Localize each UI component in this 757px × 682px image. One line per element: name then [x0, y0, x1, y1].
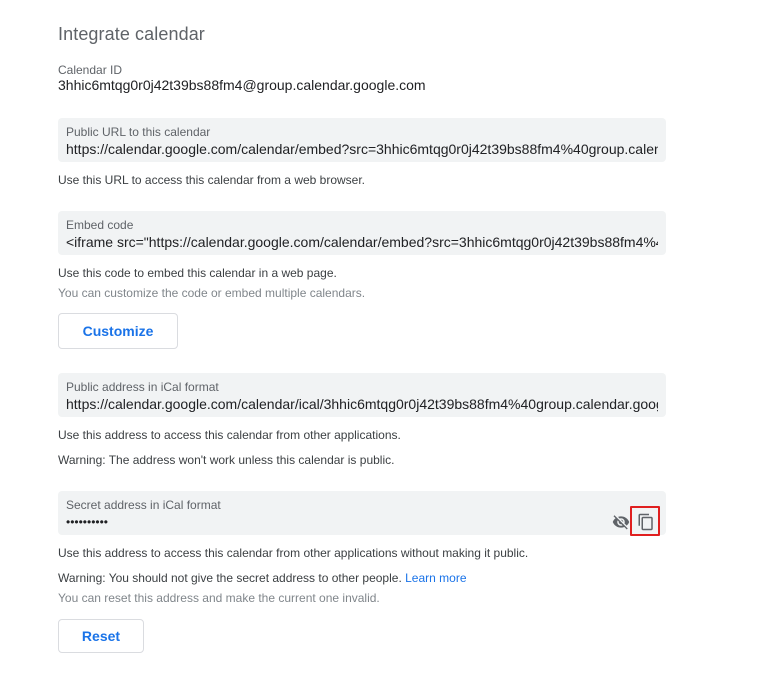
secret-ical-warning-line: Warning: You should not give the secret … — [58, 571, 467, 585]
embed-code-field[interactable]: Embed code <iframe src="https://calendar… — [58, 211, 666, 255]
public-ical-warning: Warning: The address won't work unless t… — [58, 453, 395, 467]
embed-code-label: Embed code — [66, 218, 134, 232]
public-url-label: Public URL to this calendar — [66, 125, 211, 139]
public-ical-value[interactable]: https://calendar.google.com/calendar/ica… — [66, 396, 658, 412]
embed-code-help: Use this code to embed this calendar in … — [58, 266, 337, 280]
reset-button[interactable]: Reset — [58, 619, 144, 653]
learn-more-link[interactable]: Learn more — [405, 571, 466, 585]
secret-ical-warning: Warning: You should not give the secret … — [58, 571, 402, 585]
secret-ical-help: Use this address to access this calendar… — [58, 546, 529, 560]
calendar-id-value: 3hhic6mtqg0r0j42t39bs88fm4@group.calenda… — [58, 77, 426, 93]
secret-ical-field[interactable]: Secret address in iCal format •••••••••• — [58, 491, 666, 535]
customize-button[interactable]: Customize — [58, 313, 178, 349]
public-ical-field[interactable]: Public address in iCal format https://ca… — [58, 373, 666, 417]
secret-ical-label: Secret address in iCal format — [66, 498, 221, 512]
public-url-help: Use this URL to access this calendar fro… — [58, 173, 366, 187]
secret-ical-reset-note: You can reset this address and make the … — [58, 591, 380, 605]
page-title: Integrate calendar — [58, 24, 205, 44]
calendar-id-label: Calendar ID — [58, 63, 123, 77]
embed-code-customize-note: You can customize the code or embed mult… — [58, 286, 366, 300]
public-url-field[interactable]: Public URL to this calendar https://cale… — [58, 118, 666, 162]
secret-ical-value[interactable]: •••••••••• — [66, 515, 596, 529]
copy-button-highlight — [630, 506, 660, 536]
public-ical-help: Use this address to access this calendar… — [58, 428, 401, 442]
public-ical-label: Public address in iCal format — [66, 380, 219, 394]
embed-code-value[interactable]: <iframe src="https://calendar.google.com… — [66, 234, 658, 250]
public-url-value[interactable]: https://calendar.google.com/calendar/emb… — [66, 141, 658, 157]
visibility-off-icon[interactable] — [610, 511, 632, 533]
